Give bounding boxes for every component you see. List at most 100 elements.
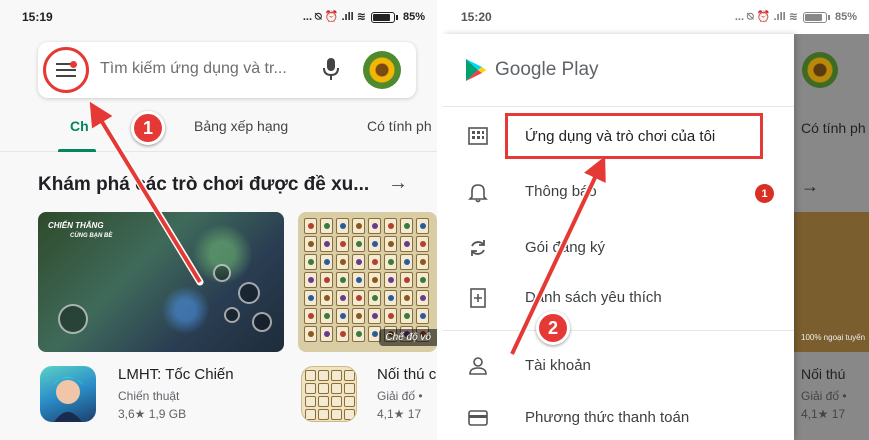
background-app-name: Nối thú — [801, 366, 846, 382]
banner-caption-line2: CÙNG BẠN BÈ — [70, 233, 113, 239]
app-name[interactable]: Nối thú c — [377, 366, 436, 383]
section-title: Khám phá các trò chơi được đề xu... — [38, 174, 370, 195]
app-icon-noi-thu[interactable] — [301, 366, 357, 422]
brand-name: Google Play — [495, 59, 599, 80]
puzzle-tile — [320, 290, 333, 306]
app-meta: 4,1★ 17 — [377, 407, 422, 421]
puzzle-tile — [400, 236, 413, 252]
tab-for-you[interactable]: Ch — [70, 118, 89, 134]
puzzle-tile — [400, 272, 413, 288]
hud-joystick-icon — [58, 304, 88, 334]
puzzle-tile — [305, 396, 316, 407]
battery-percent: 85% — [402, 11, 425, 23]
arrow-right-icon[interactable]: → — [388, 172, 408, 195]
menu-item-label: Danh sách yêu thích — [525, 289, 662, 306]
puzzle-tile — [304, 308, 317, 324]
puzzle-tile — [344, 383, 355, 394]
puzzle-tile — [400, 254, 413, 270]
puzzle-tile — [318, 396, 329, 407]
puzzle-tile — [344, 396, 355, 407]
puzzle-tile — [318, 383, 329, 394]
battery-icon — [370, 11, 398, 23]
puzzle-banner-image[interactable]: Chế độ vô — [298, 212, 437, 352]
banner-caption: CHIẾN THẮNG CÙNG BẠN BÈ — [48, 220, 112, 242]
puzzle-tile — [331, 370, 342, 381]
app-category: Giải đố • — [377, 389, 423, 403]
banner-caption-line1: CHIẾN THẮNG — [48, 221, 104, 230]
puzzle-tile — [352, 218, 365, 234]
menu-item-account[interactable]: Tài khoản — [443, 342, 794, 390]
google-play-logo: Google Play — [465, 58, 599, 82]
champion-icon — [52, 377, 84, 422]
puzzle-tile — [384, 218, 397, 234]
menu-item-notifications[interactable]: Thông báo — [443, 168, 794, 216]
background-app-category: Giải đố • — [801, 389, 847, 403]
mode-badge: Chế độ vô — [379, 329, 437, 346]
puzzle-tile — [305, 409, 316, 420]
puzzle-tile — [400, 290, 413, 306]
active-tab-indicator — [58, 149, 96, 152]
microphone-icon[interactable] — [323, 57, 339, 81]
puzzle-tile — [344, 370, 355, 381]
puzzle-tile — [384, 272, 397, 288]
puzzle-tile — [352, 236, 365, 252]
hamburger-menu-button[interactable] — [43, 47, 89, 93]
app-icon-lmht[interactable] — [40, 366, 96, 422]
menu-item-label: Thông báo — [525, 183, 597, 200]
game-banner-image[interactable]: CHIẾN THẮNG CÙNG BẠN BÈ — [38, 212, 284, 352]
puzzle-tile — [305, 370, 316, 381]
search-input[interactable]: Tìm kiếm ứng dụng và tr... — [100, 60, 287, 78]
puzzle-tile — [400, 308, 413, 324]
status-bar: 15:19 ... ⍉ ⏰ .ıll ≋ 85% — [0, 0, 437, 34]
puzzle-tile — [352, 308, 365, 324]
hud-icon — [213, 264, 231, 282]
puzzle-tile — [416, 308, 429, 324]
puzzle-tile — [331, 383, 342, 394]
app-meta: 3,6★ 1,9 GB — [118, 407, 187, 421]
puzzle-tile — [368, 308, 381, 324]
puzzle-tile — [352, 290, 365, 306]
app-name[interactable]: LMHT: Tốc Chiến — [118, 366, 234, 383]
navigation-drawer: Google Play Ứng dụng và trò chơi của tôi… — [443, 34, 794, 440]
play-store-drawer-screen: 15:20 ... ⍉ ⏰ .ıll ≋ 85% Có tính ph → 10… — [443, 0, 869, 440]
apps-grid-icon — [468, 127, 488, 145]
puzzle-tile — [336, 236, 349, 252]
hud-icon — [252, 312, 272, 332]
menu-item-label: Gói đăng ký — [525, 239, 606, 256]
puzzle-tile — [331, 396, 342, 407]
menu-item-label: Phương thức thanh toán — [525, 409, 690, 426]
hud-icon — [224, 307, 240, 323]
play-store-home-screen: 15:19 ... ⍉ ⏰ .ıll ≋ 85% Tìm kiếm ứng dụ… — [0, 0, 437, 440]
hud-icon — [238, 282, 260, 304]
puzzle-tile — [320, 272, 333, 288]
puzzle-tile — [368, 218, 381, 234]
highlighted-menu-item[interactable]: Ứng dụng và trò chơi của tôi — [505, 113, 763, 159]
battery-percent: 85% — [834, 11, 857, 23]
account-avatar — [802, 52, 838, 88]
search-bar[interactable]: Tìm kiếm ứng dụng và tr... — [38, 42, 416, 98]
menu-item-label: Tài khoản — [525, 357, 591, 374]
signal-icons: ... ⍉ ⏰ .ıll ≋ — [302, 11, 366, 23]
puzzle-tile — [336, 290, 349, 306]
tab-top-charts[interactable]: Bảng xếp hạng — [194, 118, 288, 134]
menu-item-subscriptions[interactable]: Gói đăng ký — [443, 224, 794, 272]
puzzle-tile — [384, 236, 397, 252]
background-arrow: → — [801, 176, 819, 196]
account-avatar[interactable] — [363, 51, 401, 89]
puzzle-tile — [336, 308, 349, 324]
puzzle-tile — [368, 236, 381, 252]
puzzle-tile — [384, 254, 397, 270]
refresh-icon — [471, 240, 485, 256]
menu-item-wishlist[interactable]: Danh sách yêu thích — [443, 274, 794, 322]
puzzle-tile — [320, 308, 333, 324]
puzzle-tile — [336, 254, 349, 270]
menu-item-payment-methods[interactable]: Phương thức thanh toán — [443, 394, 794, 440]
tab-premium[interactable]: Có tính ph — [367, 118, 432, 134]
puzzle-tile — [320, 254, 333, 270]
puzzle-tile — [352, 326, 365, 342]
puzzle-tile — [318, 409, 329, 420]
battery-icon — [802, 11, 830, 23]
status-icons: ... ⍉ ⏰ .ıll ≋ 85% — [303, 10, 425, 24]
person-icon — [469, 357, 487, 375]
puzzle-tile — [318, 370, 329, 381]
